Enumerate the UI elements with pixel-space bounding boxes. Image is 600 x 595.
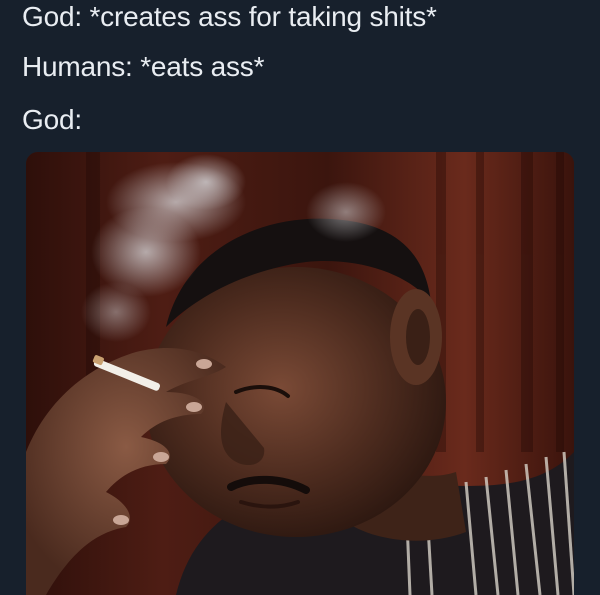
reaction-photo-illustration xyxy=(26,152,574,595)
caption-line-god-creates: God: *creates ass for taking shits* xyxy=(22,1,437,32)
reaction-photo xyxy=(26,152,574,595)
caption-line-god-reaction: God: xyxy=(22,104,82,135)
meme-post: God: *creates ass for taking shits* Huma… xyxy=(0,0,600,595)
caption-line-humans: Humans: *eats ass* xyxy=(22,51,265,82)
